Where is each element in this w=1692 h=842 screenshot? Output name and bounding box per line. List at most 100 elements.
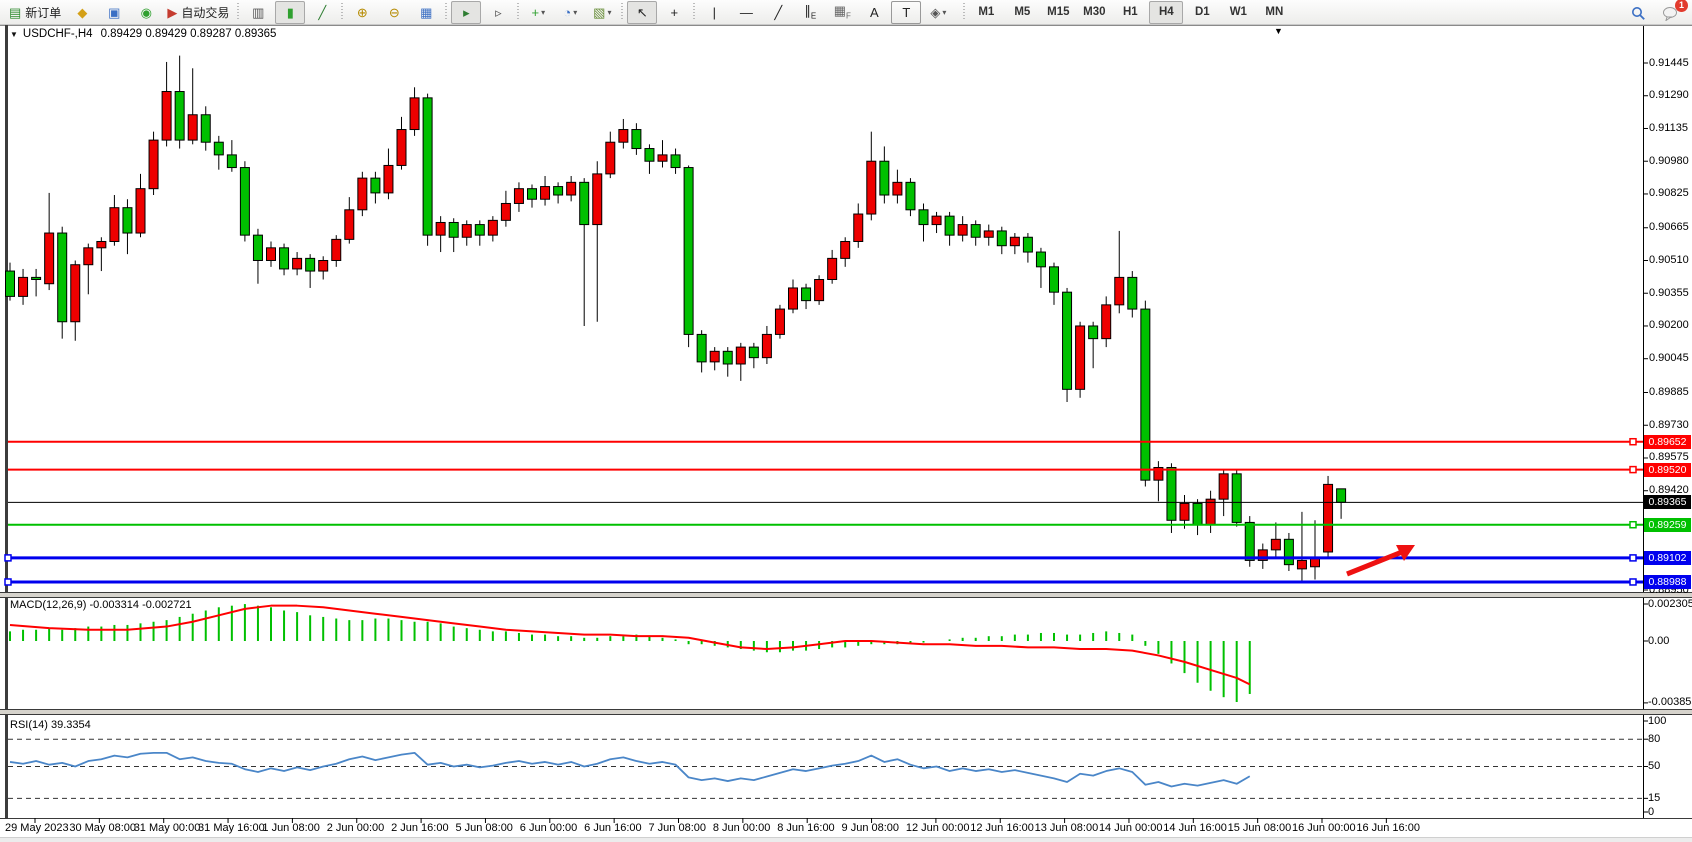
text-label-icon: T (902, 6, 910, 19)
object-marker-icon[interactable]: ▼ (1274, 26, 1283, 36)
price-axis-label: 0.90045 (1649, 352, 1689, 364)
symbol-period-label: USDCHF-,H4 (23, 28, 93, 40)
timeframe-m1[interactable]: M1 (969, 1, 1003, 24)
zoom-out-button[interactable]: ⊖ (379, 1, 409, 24)
rsi-label: RSI(14) 39.3354 (10, 719, 91, 731)
zoom-in-button[interactable]: ⊕ (347, 1, 377, 24)
price-axis-label: 0.91135 (1649, 122, 1688, 134)
timeframe-d1[interactable]: D1 (1185, 1, 1219, 24)
text-label-button[interactable]: T (891, 1, 921, 24)
time-axis-label: 30 May 08:00 (69, 822, 136, 834)
arrows-button[interactable]: ◈▾ (923, 1, 953, 24)
time-axis-label: 16 Jun 16:00 (1356, 822, 1420, 834)
cursor-button[interactable]: ↖ (627, 1, 657, 24)
rsi-axis-label: 80 (1648, 733, 1660, 745)
toolbar-groups: ▤新订单 ◆ ▣ ◉▶自动交易 ▥ ▮ ╱ ⊕ ⊖▦ ▸ ▹ +▾◔▾▧▾ ↖ + |— ╱ ∥E ▦F A T ◈▾ (4, 1, 954, 24)
time-axis-label: 7 Jun 08:00 (649, 822, 707, 834)
fibonacci-button[interactable]: ▦F (827, 1, 857, 24)
time-axis-label: 6 Jun 00:00 (520, 822, 578, 834)
profile-icon: ◆ (77, 6, 87, 19)
price-tag-0.89102: 0.89102 (1644, 551, 1691, 565)
periods-button[interactable]: ◔▾ (555, 1, 585, 24)
chat-badge: 1 (1675, 0, 1688, 12)
chart-shift-button[interactable]: ▹ (483, 1, 513, 24)
horizontal-line-button[interactable]: — (731, 1, 761, 24)
candlestick-chart-icon: ▮ (287, 6, 294, 19)
price-axis-label: 0.90200 (1649, 319, 1689, 331)
community-button[interactable]: ▣ (99, 1, 129, 24)
time-axis-label: 14 Jun 00:00 (1099, 822, 1163, 834)
price-tag-0.88988: 0.88988 (1644, 575, 1691, 589)
price-axis-label: 0.90825 (1649, 187, 1689, 199)
line-chart-icon: ╱ (318, 6, 326, 19)
candlestick-chart-button[interactable]: ▮ (275, 1, 305, 24)
auto-scroll-icon: ▸ (463, 6, 470, 19)
timeframe-m5[interactable]: M5 (1005, 1, 1039, 24)
profile-button[interactable]: ◆ (67, 1, 97, 24)
crosshair-button[interactable]: + (659, 1, 689, 24)
trendline-icon: ╱ (774, 6, 782, 19)
price-axis-label: 0.90510 (1649, 254, 1689, 266)
time-axis-label: 9 Jun 08:00 (842, 822, 900, 834)
ohlc-values: 0.89429 0.89429 0.89287 0.89365 (101, 28, 277, 40)
time-axis-label: 15 Jun 08:00 (1228, 822, 1292, 834)
time-axis-label: 14 Jun 16:00 (1163, 822, 1227, 834)
toolbar-separator (341, 3, 343, 21)
time-axis-label: 2 Jun 00:00 (327, 822, 385, 834)
time-axis-label: 12 Jun 00:00 (906, 822, 970, 834)
timeframe-m15[interactable]: M15 (1041, 1, 1075, 24)
macd-panel-splitter[interactable] (0, 592, 1692, 598)
time-axis-label: 31 May 16:00 (198, 822, 265, 834)
price-axis-label: 0.90665 (1649, 221, 1689, 233)
chart-shift-icon: ▹ (495, 6, 502, 19)
timeframe-h4[interactable]: H4 (1149, 1, 1183, 24)
mt4-window: ▤新订单◆▣◉▶自动交易▥▮╱⊕⊖▦▸▹+▾◔▾▧▾↖+|—╱∥E▦FAT◈▾ … (0, 0, 1692, 842)
time-axis-label: 31 May 00:00 (134, 822, 201, 834)
toolbar-separator (445, 3, 447, 21)
timeframe-h1[interactable]: H1 (1113, 1, 1147, 24)
collapse-icon[interactable]: ▼ (10, 30, 18, 39)
status-strip (0, 837, 1692, 842)
templates-button[interactable]: ▧▾ (587, 1, 617, 24)
macd-axis-label: 0.002305 (1648, 598, 1692, 610)
auto-scroll-button[interactable]: ▸ (451, 1, 481, 24)
new-order-button[interactable]: ▤新订单 (5, 1, 65, 24)
bar-chart-button[interactable]: ▥ (243, 1, 273, 24)
toolbar-separator (693, 3, 695, 21)
time-axis-label: 2 Jun 16:00 (391, 822, 449, 834)
signals-button[interactable]: ◉ (131, 1, 161, 24)
line-chart-button[interactable]: ╱ (307, 1, 337, 24)
toolbar-separator (237, 3, 239, 21)
zoom-in-icon: ⊕ (357, 6, 368, 19)
rsi-axis-label: 50 (1648, 760, 1660, 772)
chart-left-border (5, 25, 8, 818)
text-icon: A (870, 6, 879, 19)
templates-icon: ▧ (593, 6, 605, 19)
timeframe-w1[interactable]: W1 (1221, 1, 1255, 24)
timeframe-m30[interactable]: M30 (1077, 1, 1111, 24)
rsi-panel-splitter[interactable] (0, 709, 1692, 715)
community-icon: ▣ (108, 6, 120, 19)
time-axis-label: 16 Jun 00:00 (1292, 822, 1356, 834)
time-axis-label: 29 May 2023 (5, 822, 69, 834)
chat-icon[interactable]: 1 (1655, 2, 1685, 25)
equidistant-channel-button[interactable]: ∥E (795, 1, 825, 24)
rsi-axis-label: 15 (1648, 792, 1660, 804)
timeframe-mn[interactable]: MN (1257, 1, 1291, 24)
time-axis-label: 8 Jun 00:00 (713, 822, 771, 834)
text-button[interactable]: A (859, 1, 889, 24)
price-tag-0.89652: 0.89652 (1644, 435, 1691, 449)
price-tag-0.89259: 0.89259 (1644, 518, 1691, 532)
crosshair-icon: + (671, 6, 679, 19)
autotrading-button[interactable]: ▶自动交易 (163, 1, 233, 24)
equidistant-channel-icon: ∥E (804, 4, 816, 21)
vertical-line-button[interactable]: | (699, 1, 729, 24)
tile-windows-button[interactable]: ▦ (411, 1, 441, 24)
trendline-button[interactable]: ╱ (763, 1, 793, 24)
rsi-axis-label: 0 (1648, 806, 1654, 818)
indicators-button[interactable]: +▾ (523, 1, 553, 24)
price-axis-label: 0.90355 (1649, 287, 1689, 299)
cursor-icon: ↖ (637, 6, 648, 19)
search-icon[interactable] (1623, 2, 1653, 25)
price-tag-0.89520: 0.89520 (1644, 463, 1691, 477)
